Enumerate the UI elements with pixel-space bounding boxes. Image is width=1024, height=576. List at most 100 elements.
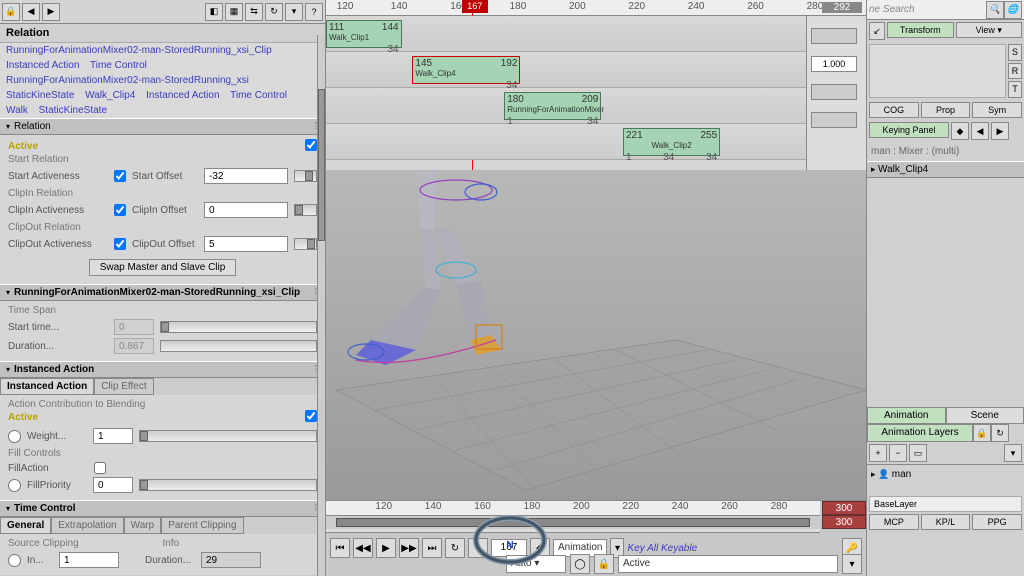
active-checkbox[interactable] (305, 139, 317, 151)
mixer-track[interactable]: 145192 Walk_Clip4 34 (326, 52, 866, 88)
refresh-icon[interactable]: ↻ (265, 3, 283, 21)
layer-icon[interactable]: ▭ (909, 444, 927, 462)
search-icon[interactable]: 🔍 (986, 1, 1004, 19)
mcp-button[interactable]: MCP (869, 514, 919, 530)
timeline[interactable]: 120 140 160 180 200 220 240 260 280 (326, 501, 820, 533)
in-radio[interactable] (8, 554, 21, 567)
help-icon[interactable]: ? (305, 3, 323, 21)
prev-key-button[interactable]: ◀◀ (353, 538, 373, 558)
audio-button[interactable]: ♪ (468, 538, 488, 558)
weight-slider[interactable] (139, 430, 317, 442)
srt-s[interactable]: S (1008, 44, 1022, 61)
kpl-button[interactable]: KP/L (921, 514, 971, 530)
clipout-offset-input[interactable]: 5 (204, 236, 288, 252)
track-gain[interactable] (811, 112, 857, 128)
section-clip[interactable]: RunningForAnimationMixer02-man-StoredRun… (0, 284, 325, 301)
transform-button[interactable]: Transform (887, 22, 954, 38)
fillpri-radio[interactable] (8, 479, 21, 492)
refresh-icon[interactable]: ↻ (991, 424, 1009, 442)
clipin-offset-slider[interactable] (294, 204, 317, 216)
base-layer[interactable]: BaseLayer (869, 496, 1022, 512)
active-dropdown[interactable]: Active (618, 555, 838, 573)
next-key-button[interactable]: ▶▶ (399, 538, 419, 558)
lock-icon[interactable]: 🔒 (594, 554, 614, 574)
dd-arrow-icon[interactable]: ▾ (842, 554, 862, 574)
new-layer-icon[interactable]: + (869, 444, 887, 462)
clipin-offset-input[interactable]: 0 (204, 202, 288, 218)
link[interactable]: Time Control (230, 90, 287, 101)
tb-icon[interactable]: ◧ (205, 3, 223, 21)
link[interactable]: Instanced Action (6, 60, 79, 71)
arrow-icon[interactable]: ↙ (869, 22, 885, 40)
globe-icon[interactable]: 🌐 (1004, 1, 1022, 19)
tree-item[interactable]: ▸ Walk_Clip4 (867, 161, 1024, 178)
clip-walk1[interactable]: 111144 Walk_Clip1 34 (326, 20, 402, 48)
mixer-track[interactable]: 180209 RunningForAnimationMixer 134 (326, 88, 866, 124)
dd-icon[interactable]: ▾ (1004, 444, 1022, 462)
link[interactable]: Time Control (90, 60, 147, 71)
section-timecontrol[interactable]: Time Control ? (0, 500, 325, 517)
icon[interactable]: ◯ (570, 554, 590, 574)
scrollbar[interactable] (317, 35, 325, 576)
3d-viewport[interactable] (326, 170, 866, 500)
fillaction-checkbox[interactable] (94, 462, 106, 474)
path-link[interactable]: RunningForAnimationMixer02-man-StoredRun… (6, 75, 249, 86)
next-icon[interactable]: ▶ (991, 122, 1009, 140)
loop-button[interactable]: ↻ (445, 538, 465, 558)
weight-radio[interactable] (8, 430, 21, 443)
fillpri-input[interactable]: 0 (93, 477, 133, 493)
link[interactable]: Instanced Action (146, 90, 219, 101)
key-all-label[interactable]: Key All Keyable (627, 543, 697, 554)
section-relation[interactable]: Relation ? (0, 118, 325, 135)
mixer-ruler[interactable]: 120 140 160 180 200 220 240 260 280 167 (326, 0, 866, 16)
clipout-act-checkbox[interactable] (114, 238, 126, 250)
tab-warp[interactable]: Warp (124, 517, 162, 534)
mixer-track[interactable]: 221255 Walk_Clip2 13434 (326, 124, 866, 160)
search-input[interactable]: ne Search (869, 4, 986, 15)
view-button[interactable]: View ▾ (956, 22, 1023, 38)
tb-icon3[interactable]: ⇆ (245, 3, 263, 21)
mixer-track[interactable]: 111144 Walk_Clip1 34 (326, 16, 866, 52)
clipin-act-checkbox[interactable] (114, 204, 126, 216)
end-frame2[interactable]: 300 (822, 515, 866, 529)
in-input[interactable]: 1 (59, 552, 119, 568)
link[interactable]: Walk (6, 105, 28, 116)
cog-button[interactable]: COG (869, 102, 919, 118)
play-button[interactable]: ▶ (376, 538, 396, 558)
lock-icon[interactable]: 🔒 (973, 424, 991, 442)
key-icon[interactable]: ◆ (951, 122, 969, 140)
srt-t[interactable]: T (1008, 81, 1022, 98)
sym-button[interactable]: Sym (972, 102, 1022, 118)
ppg-button[interactable]: PPG (972, 514, 1022, 530)
fillpri-slider[interactable] (139, 479, 317, 491)
scene-node[interactable]: ▸ 👤 man (869, 467, 1022, 482)
fwd-icon[interactable]: ▶ (42, 3, 60, 21)
layers-button[interactable]: Animation Layers (867, 424, 973, 442)
srt-r[interactable]: R (1008, 63, 1022, 80)
clip-running[interactable]: 180209 RunningForAnimationMixer 134 (504, 92, 601, 120)
clip-walk2[interactable]: 221255 Walk_Clip2 13434 (623, 128, 720, 156)
weight-input[interactable]: 1 (93, 428, 133, 444)
end-frame[interactable]: 300 (822, 501, 866, 515)
start-act-checkbox[interactable] (114, 170, 126, 182)
tab-extrap[interactable]: Extrapolation (51, 517, 123, 534)
tab-animation[interactable]: Animation (867, 407, 946, 424)
last-frame-button[interactable]: ⏭ (422, 538, 442, 558)
tab-clipeffect[interactable]: Clip Effect (94, 378, 153, 395)
path-link[interactable]: RunningForAnimationMixer02-man-StoredRun… (6, 45, 272, 56)
del-layer-icon[interactable]: − (889, 444, 907, 462)
start-offset-input[interactable]: -32 (204, 168, 288, 184)
lock-icon[interactable]: 🔒 (2, 3, 20, 21)
link[interactable]: Walk_Clip4 (85, 90, 135, 101)
prev-icon[interactable]: ◀ (971, 122, 989, 140)
clipout-offset-slider[interactable] (294, 238, 317, 250)
clip-walk4[interactable]: 145192 Walk_Clip4 34 (412, 56, 520, 84)
back-icon[interactable]: ◀ (22, 3, 40, 21)
tb-icon2[interactable]: ▦ (225, 3, 243, 21)
link[interactable]: StaticKineState (39, 105, 107, 116)
tab-instanced[interactable]: Instanced Action (0, 378, 94, 395)
track-gain[interactable] (811, 28, 857, 44)
tab-parent[interactable]: Parent Clipping (161, 517, 243, 534)
range-slider[interactable] (326, 515, 820, 529)
first-frame-button[interactable]: ⏮ (330, 538, 350, 558)
